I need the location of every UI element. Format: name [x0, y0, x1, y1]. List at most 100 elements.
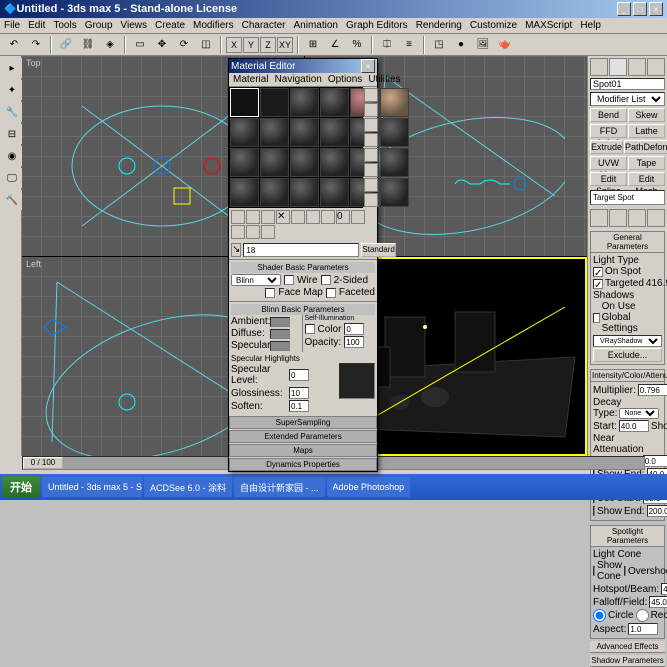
- decay-start-input[interactable]: [619, 420, 649, 432]
- align-icon[interactable]: ≡: [399, 35, 419, 55]
- shader-basic-header[interactable]: Shader Basic Parameters: [231, 262, 375, 273]
- material-slot[interactable]: [290, 148, 319, 177]
- mat-menu-material[interactable]: Material: [233, 74, 269, 85]
- create-tab-icon[interactable]: ✦: [2, 80, 22, 100]
- menu-file[interactable]: File: [4, 20, 20, 31]
- hotspot-input[interactable]: [661, 583, 667, 595]
- maximize-button[interactable]: □: [633, 2, 647, 16]
- start-button[interactable]: 开始: [2, 476, 40, 498]
- targeted-checkbox[interactable]: ✓: [593, 279, 603, 289]
- select-scale-icon[interactable]: ◫: [196, 35, 216, 55]
- axis-xy[interactable]: XY: [277, 37, 293, 53]
- glossiness-input[interactable]: [289, 387, 309, 399]
- unlink-icon[interactable]: ⛓: [78, 35, 98, 55]
- material-slot[interactable]: [320, 178, 349, 207]
- rollout-title[interactable]: Intensity/Color/Attenuation: [591, 370, 664, 382]
- menu-grapheditors[interactable]: Graph Editors: [346, 20, 408, 31]
- mat-menu-utilities[interactable]: Utilities: [368, 74, 400, 85]
- axis-y[interactable]: Y: [243, 37, 259, 53]
- select-move-icon[interactable]: ✥: [152, 35, 172, 55]
- modify-tab-icon[interactable]: 🔧: [2, 102, 22, 122]
- menu-tools[interactable]: Tools: [53, 20, 76, 31]
- bind-icon[interactable]: ◈: [100, 35, 120, 55]
- sample-type-icon[interactable]: [364, 88, 378, 102]
- far-end-input[interactable]: [647, 505, 667, 517]
- percent-snap-icon[interactable]: %: [347, 35, 367, 55]
- material-slot[interactable]: [260, 118, 289, 147]
- material-slot[interactable]: [290, 88, 319, 117]
- reset-icon[interactable]: ✕: [276, 210, 290, 224]
- select-by-mat-icon[interactable]: [364, 193, 378, 207]
- tab-panel-icon[interactable]: ▸: [2, 58, 22, 78]
- mat-menu-options[interactable]: Options: [328, 74, 362, 85]
- material-slot[interactable]: [320, 88, 349, 117]
- options-icon[interactable]: [364, 178, 378, 192]
- uvwmap-button[interactable]: UVW Map: [590, 156, 627, 170]
- material-slot[interactable]: [260, 148, 289, 177]
- create-panel-icon[interactable]: [590, 58, 608, 76]
- bend-button[interactable]: Bend: [590, 108, 627, 122]
- overshoot-checkbox[interactable]: [624, 566, 626, 576]
- backlight-icon[interactable]: [364, 103, 378, 117]
- remove-icon[interactable]: [647, 209, 665, 227]
- multiplier-input[interactable]: [638, 384, 667, 396]
- video-check-icon[interactable]: [364, 148, 378, 162]
- extrude-button[interactable]: Extrude: [590, 140, 623, 154]
- facemap-checkbox[interactable]: [265, 288, 275, 298]
- falloff-input[interactable]: [649, 596, 667, 608]
- modifier-stack[interactable]: Target Spot: [590, 190, 665, 205]
- quick-render-icon[interactable]: 🫖: [495, 35, 515, 55]
- schematic-icon[interactable]: ◳: [429, 35, 449, 55]
- material-slot[interactable]: [380, 118, 409, 147]
- ffd-button[interactable]: FFD 2x2x2: [590, 124, 627, 138]
- diffuse-swatch[interactable]: [270, 329, 290, 339]
- speclevel-input[interactable]: [289, 369, 309, 381]
- taskbar-item[interactable]: ACDSee 6.0 - 涂料: [144, 477, 232, 497]
- time-slider-thumb[interactable]: 0 / 100: [23, 457, 63, 469]
- pick-material-icon[interactable]: ↘: [231, 243, 241, 257]
- get-material-icon[interactable]: [231, 210, 245, 224]
- material-slot[interactable]: [230, 148, 259, 177]
- editmesh-button[interactable]: Edit Mesh: [628, 172, 665, 186]
- shader-dropdown[interactable]: Blinn: [231, 274, 281, 286]
- menu-character[interactable]: Character: [242, 20, 286, 31]
- material-editor-titlebar[interactable]: Material Editor ×: [229, 59, 377, 73]
- editspline-button[interactable]: Edit Spline: [590, 172, 627, 186]
- adv-effects-rollout[interactable]: Advanced Effects: [590, 641, 665, 653]
- go-sibling-icon[interactable]: [261, 225, 275, 239]
- show-map-icon[interactable]: [351, 210, 365, 224]
- make-preview-icon[interactable]: [364, 163, 378, 177]
- redo-icon[interactable]: ↷: [26, 35, 46, 55]
- supersampling-rollout[interactable]: SuperSampling: [229, 416, 377, 429]
- snap-icon[interactable]: ⊞: [303, 35, 323, 55]
- decay-type-dropdown[interactable]: None: [619, 408, 659, 419]
- exclude-button[interactable]: Exclude...: [593, 348, 662, 362]
- mirror-icon[interactable]: ⎅: [377, 35, 397, 55]
- modify-panel-icon[interactable]: [609, 58, 627, 76]
- soften-input[interactable]: [289, 400, 309, 412]
- two-sided-checkbox[interactable]: [321, 275, 331, 285]
- material-slot[interactable]: [380, 148, 409, 177]
- material-slot[interactable]: [230, 118, 259, 147]
- material-slot[interactable]: [320, 148, 349, 177]
- menu-group[interactable]: Group: [85, 20, 113, 31]
- sample-uv-icon[interactable]: [364, 133, 378, 147]
- menu-edit[interactable]: Edit: [28, 20, 45, 31]
- rollout-title[interactable]: General Parameters: [591, 232, 664, 253]
- go-parent-icon[interactable]: [246, 225, 260, 239]
- axis-x[interactable]: X: [226, 37, 242, 53]
- maps-rollout[interactable]: Maps: [229, 444, 377, 457]
- material-name-input[interactable]: [243, 243, 359, 257]
- ambient-swatch[interactable]: [270, 317, 290, 327]
- pathdeform-button[interactable]: PathDeform: [624, 140, 667, 154]
- assign-icon[interactable]: [261, 210, 275, 224]
- tape-button[interactable]: Tape: [628, 156, 665, 170]
- stack-item[interactable]: Target Spot: [591, 191, 664, 204]
- menu-rendering[interactable]: Rendering: [416, 20, 462, 31]
- put-to-scene-icon[interactable]: [246, 210, 260, 224]
- put-library-icon[interactable]: [321, 210, 335, 224]
- taskbar-item[interactable]: Untitled - 3ds max 5 - St...: [42, 477, 142, 497]
- skew-button[interactable]: Skew: [628, 108, 665, 122]
- menu-views[interactable]: Views: [121, 20, 148, 31]
- extended-params-rollout[interactable]: Extended Parameters: [229, 430, 377, 443]
